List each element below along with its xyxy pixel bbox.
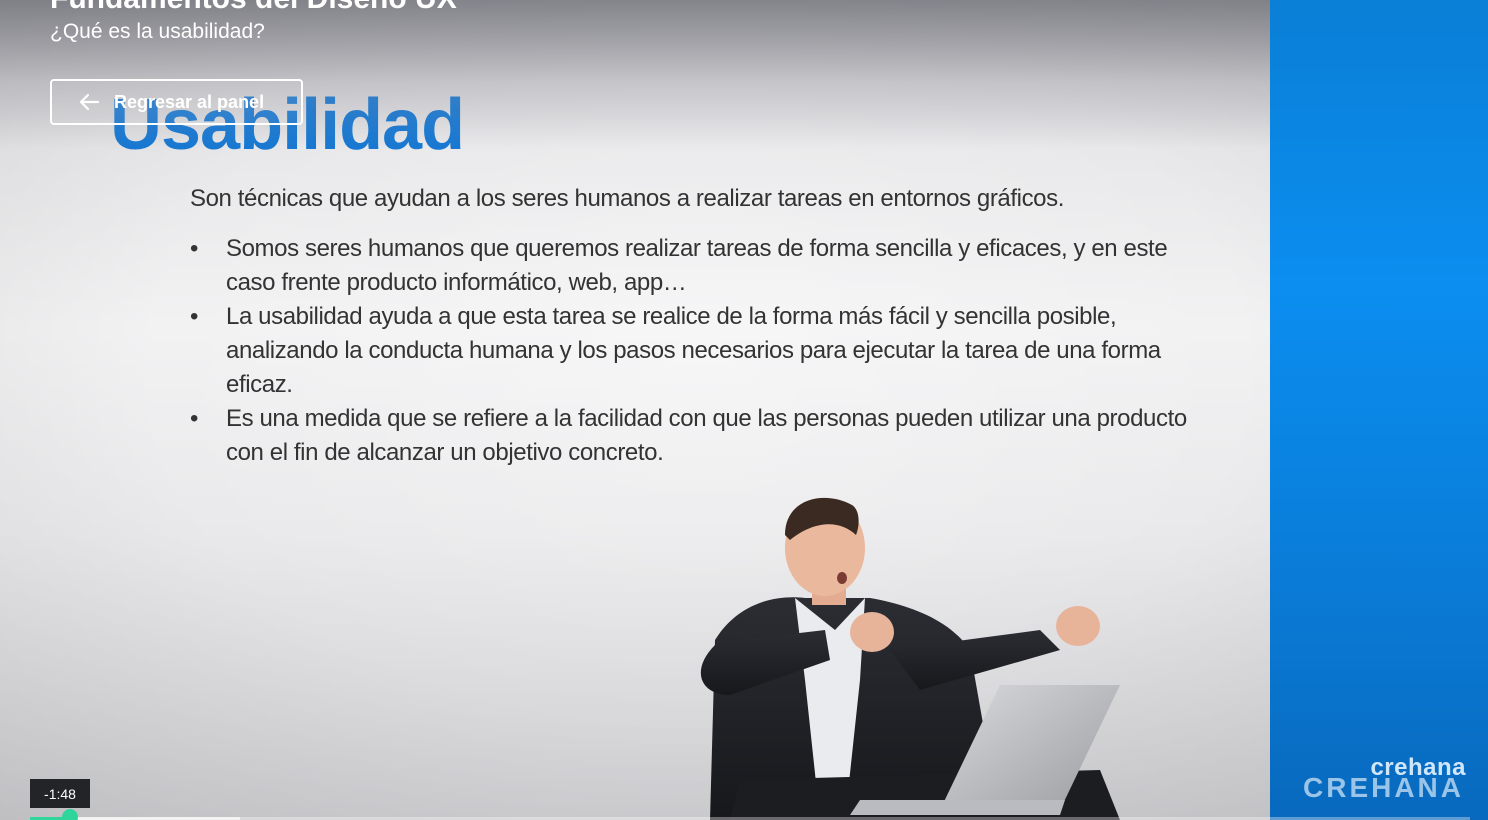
bullet-item: La usabilidad ayuda a que esta tarea se … (190, 300, 1200, 402)
course-title: Fundamentos del Diseño UX (50, 0, 457, 16)
bullet-item: Somos seres humanos que queremos realiza… (190, 232, 1200, 300)
lesson-title: ¿Qué es la usabilidad? (50, 20, 265, 43)
progress-handle[interactable] (62, 809, 79, 820)
back-to-panel-button[interactable]: Regresar al panel (50, 79, 303, 125)
bullet-item: Es una medida que se refiere a la facili… (190, 402, 1200, 470)
arrow-left-icon (78, 93, 100, 111)
person-with-laptop-photo (700, 497, 1120, 820)
back-button-label: Regresar al panel (114, 91, 265, 112)
brand-panel: crehana CREHANA (1270, 0, 1488, 820)
slide-bullets: Somos seres humanos que queremos realiza… (190, 232, 1200, 470)
slide-intro: Son técnicas que ayudan a los seres huma… (190, 185, 1064, 212)
brand-logo-big: CREHANA (1303, 772, 1464, 803)
time-remaining: -1:48 (30, 779, 90, 808)
video-player[interactable]: crehana CREHANA Usabilidad Fundamentos d… (0, 0, 1488, 820)
slide-body: Son técnicas que ayudan a los seres huma… (190, 182, 1200, 470)
